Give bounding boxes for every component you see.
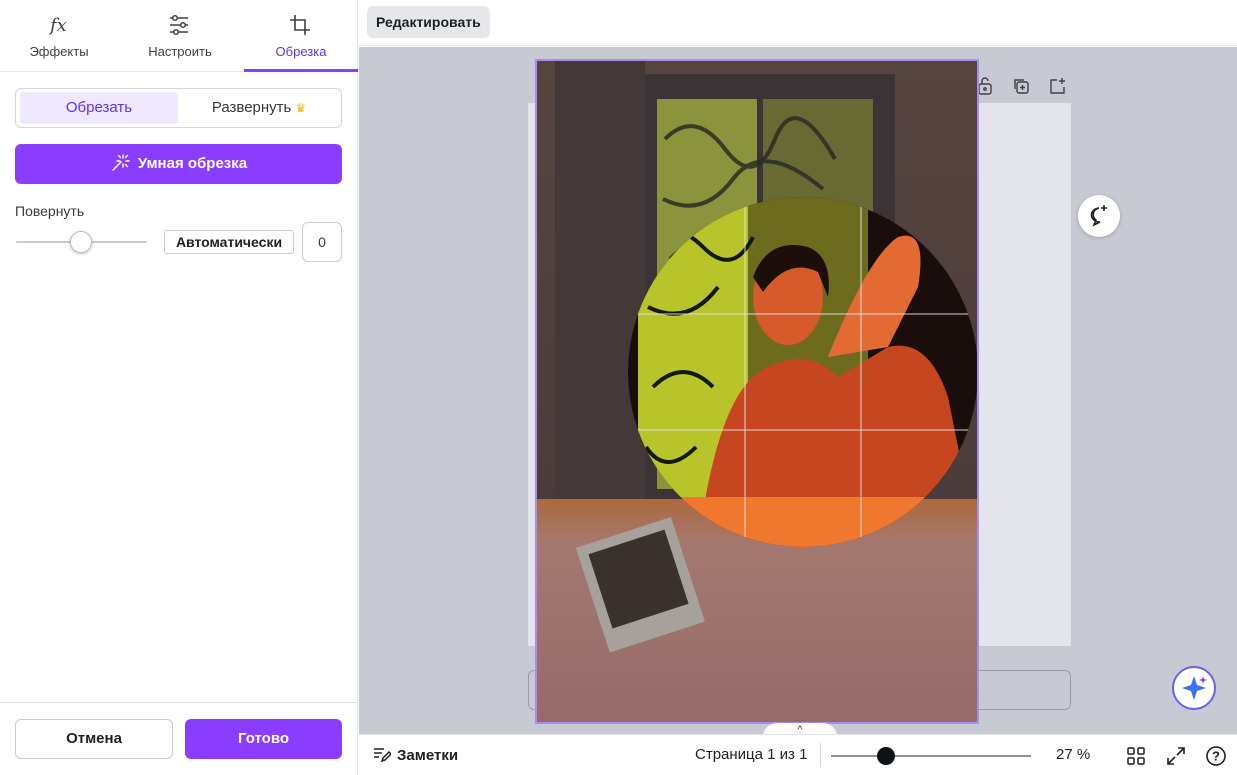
tab-effects-label: Эффекты [29, 44, 89, 59]
zoom-slider-track[interactable] [831, 755, 1031, 757]
notes-label: Заметки [397, 747, 459, 764]
tab-adjust[interactable]: Настроить [121, 0, 239, 72]
crop-mode-expand-label: Развернуть [211, 99, 292, 116]
add-comment-button[interactable] [1078, 195, 1120, 237]
top-toolbar: Редактировать [359, 0, 1237, 46]
rotate-slider-thumb[interactable] [70, 231, 92, 253]
crop-mode-crop[interactable]: Обрезать [20, 92, 178, 124]
grid-view-icon[interactable] [1125, 745, 1147, 767]
footer-divider [0, 702, 358, 703]
sliders-icon [170, 14, 188, 36]
smart-crop-button[interactable]: Умная обрезка [15, 144, 342, 184]
tab-adjust-label: Настроить [148, 44, 212, 59]
tab-crop[interactable]: Обрезка [242, 0, 360, 72]
rotate-label: Повернуть [15, 203, 85, 219]
done-button[interactable]: Готово [185, 719, 342, 759]
active-tab-indicator [244, 69, 358, 72]
duplicate-icon[interactable] [1011, 76, 1031, 96]
zoom-slider-thumb[interactable] [877, 747, 895, 765]
rotate-degrees-input[interactable]: 0 [302, 222, 342, 262]
bottom-status-bar: Заметки Страница 1 из 1 27 % ? [359, 734, 1237, 775]
notes-button[interactable]: Заметки [373, 745, 458, 764]
edit-image-panel: fx Эффекты Настроить Обрезка Обрезать Ра… [0, 0, 358, 775]
notes-icon [374, 748, 393, 763]
svg-text:?: ? [1212, 749, 1220, 764]
smart-crop-label: Умная обрезка [137, 155, 248, 172]
crop-mode-toggle: Обрезать Развернуть ♛ [15, 88, 342, 128]
crown-icon: ♛ [295, 101, 307, 115]
editor-canvas: + Еще 1 страница [359, 47, 1237, 734]
fullscreen-icon[interactable] [1165, 745, 1187, 767]
svg-text:fx: fx [48, 15, 67, 36]
panel-tabs: fx Эффекты Настроить Обрезка [0, 0, 358, 72]
divider [820, 743, 821, 767]
sparkle-icon [1182, 676, 1207, 700]
help-icon[interactable]: ? [1205, 745, 1227, 767]
auto-rotate-button[interactable]: Автоматически [164, 230, 294, 254]
tab-crop-label: Обрезка [275, 44, 327, 59]
collapse-pages-handle[interactable]: ^ [763, 723, 837, 734]
fx-icon: fx [48, 15, 67, 36]
zoom-level[interactable]: 27 % [1056, 746, 1090, 763]
magic-assistant-button[interactable] [1172, 666, 1216, 710]
tab-effects[interactable]: fx Эффекты [0, 0, 118, 72]
cancel-button[interactable]: Отмена [15, 719, 173, 759]
page-indicator[interactable]: Страница 1 из 1 [695, 746, 807, 763]
comment-plus-icon [1090, 205, 1107, 227]
add-page-icon[interactable] [1047, 76, 1067, 96]
crop-mode-expand[interactable]: Развернуть ♛ [181, 92, 337, 124]
crop-icon [290, 15, 310, 35]
photo-bounds-outline[interactable] [535, 59, 979, 724]
edit-button[interactable]: Редактировать [367, 6, 490, 38]
magic-wand-icon [112, 153, 130, 171]
